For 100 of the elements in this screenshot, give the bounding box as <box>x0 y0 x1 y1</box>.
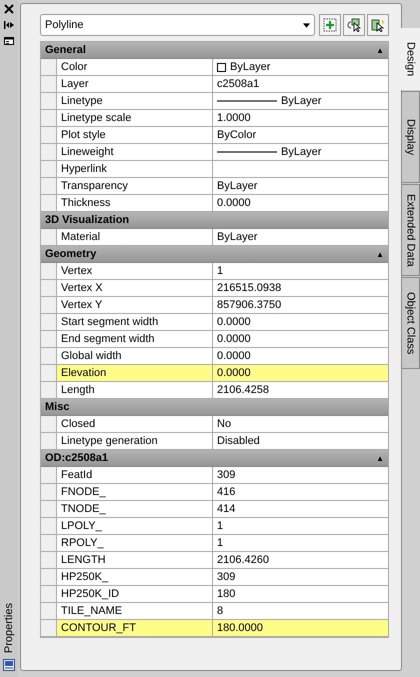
property-row[interactable]: Linetype ByLayer <box>41 93 388 110</box>
property-row[interactable]: Plot style ByColor <box>41 127 388 144</box>
tab[interactable]: Extended Data <box>402 184 420 276</box>
property-name: Lineweight <box>57 144 213 160</box>
property-row[interactable]: Layer c2508a1 <box>41 76 388 93</box>
property-row[interactable]: FeatId 309 <box>41 467 388 484</box>
property-name: Elevation <box>57 365 213 381</box>
property-value: 2106.4260 <box>217 554 269 566</box>
property-row[interactable]: Linetype generation Disabled <box>41 433 388 450</box>
property-value: ByLayer <box>217 180 258 192</box>
property-value: ByLayer <box>281 146 322 158</box>
property-row[interactable]: Length 2106.4258 <box>41 382 388 399</box>
property-name: Material <box>57 229 213 245</box>
property-value: 414 <box>217 503 236 515</box>
property-value: 857906.3750 <box>217 299 282 311</box>
section-title: OD:c2508a1 <box>45 452 109 464</box>
property-row[interactable]: End segment width 0.0000 <box>41 331 388 348</box>
properties-icon[interactable] <box>3 659 15 671</box>
property-value: 0.0000 <box>217 367 251 379</box>
section-title: General <box>45 44 87 56</box>
property-value: 0.0000 <box>217 333 251 345</box>
property-name: CONTOUR_FT <box>57 620 213 636</box>
cursor-icon <box>347 18 361 32</box>
property-row[interactable]: Start segment width 0.0000 <box>41 314 388 331</box>
property-row[interactable]: Global width 0.0000 <box>41 348 388 365</box>
property-name: FeatId <box>57 467 213 483</box>
property-row[interactable]: Linetype scale 1.0000 <box>41 110 388 127</box>
linetype-sample-icon <box>217 99 277 103</box>
property-row[interactable]: HP250K_ID 180 <box>41 586 388 603</box>
property-value: 180 <box>217 588 236 600</box>
property-row[interactable]: Vertex Y 857906.3750 <box>41 297 388 314</box>
quick-select-button[interactable] <box>367 14 389 36</box>
tab[interactable]: Design <box>400 28 420 90</box>
property-name: Layer <box>57 76 213 92</box>
collapse-toggle[interactable]: ▲ <box>376 454 384 462</box>
property-row[interactable]: LENGTH 2106.4260 <box>41 552 388 569</box>
property-row[interactable]: Vertex 1 <box>41 263 388 280</box>
property-row[interactable]: Vertex X 216515.0938 <box>41 280 388 297</box>
property-row[interactable]: LPOLY_ 1 <box>41 518 388 535</box>
property-row[interactable]: RPOLY_ 1 <box>41 535 388 552</box>
select-objects-button[interactable] <box>343 14 365 36</box>
property-row[interactable]: Hyperlink <box>41 161 388 178</box>
section-title: Geometry <box>45 248 98 260</box>
property-value: 8 <box>217 605 224 617</box>
property-name: End segment width <box>57 331 213 347</box>
property-name: RPOLY_ <box>57 535 213 551</box>
property-name: Vertex <box>57 263 213 279</box>
toggle-pickadd-button[interactable] <box>319 14 341 36</box>
property-row[interactable]: HP250K_ 309 <box>41 569 388 586</box>
property-value: ByLayer <box>230 61 270 73</box>
section-title: 3D Visualization <box>45 214 130 226</box>
property-value: ByLayer <box>217 231 258 243</box>
property-name: HP250K_ <box>57 569 213 585</box>
property-name: FNODE_ <box>57 484 213 500</box>
property-row[interactable]: FNODE_ 416 <box>41 484 388 501</box>
property-name: Linetype generation <box>57 433 213 449</box>
collapse-toggle[interactable]: ▲ <box>376 250 384 258</box>
property-row[interactable]: Lineweight ByLayer <box>41 144 388 161</box>
property-row[interactable]: Material ByLayer <box>41 229 388 246</box>
section-header[interactable]: Misc <box>41 399 388 416</box>
property-value: c2508a1 <box>217 78 260 90</box>
property-row[interactable]: Elevation 0.0000 <box>41 365 388 382</box>
property-value: 2106.4258 <box>217 384 269 396</box>
property-name: Closed <box>57 416 213 432</box>
auto-hide-icon[interactable] <box>4 20 14 30</box>
property-row[interactable]: CONTOUR_FT 180.0000 <box>41 620 388 637</box>
property-row[interactable]: TNODE_ 414 <box>41 501 388 518</box>
property-row[interactable]: Transparency ByLayer <box>41 178 388 195</box>
section-header[interactable]: Geometry ▲ <box>41 246 388 263</box>
property-value: 0.0000 <box>217 316 251 328</box>
property-value: 309 <box>217 571 236 583</box>
property-name: TNODE_ <box>57 501 213 517</box>
property-name: Length <box>57 382 213 398</box>
property-name: Plot style <box>57 127 213 143</box>
object-type-dropdown[interactable]: Polyline <box>40 14 315 36</box>
property-name: TILE_NAME <box>57 603 213 619</box>
color-swatch-icon <box>217 62 226 72</box>
menu-icon[interactable] <box>4 36 14 46</box>
section-header[interactable]: General ▲ <box>41 42 388 59</box>
tab[interactable]: Display <box>402 91 420 183</box>
property-row[interactable]: Color ByLayer <box>41 59 388 76</box>
property-name: Thickness <box>57 195 213 211</box>
property-row[interactable]: Closed No <box>41 416 388 433</box>
close-icon[interactable] <box>4 4 14 14</box>
property-name: LPOLY_ <box>57 518 213 534</box>
property-name: HP250K_ID <box>57 586 213 602</box>
tab[interactable]: Object Class <box>402 277 420 369</box>
section-header[interactable]: OD:c2508a1 ▲ <box>41 450 388 467</box>
property-value: 0.0000 <box>217 197 251 209</box>
property-name: Transparency <box>57 178 213 194</box>
property-value: 1.0000 <box>217 112 251 124</box>
property-value: 216515.0938 <box>217 282 282 294</box>
property-name: Hyperlink <box>57 161 213 177</box>
property-row[interactable]: Thickness 0.0000 <box>41 195 388 212</box>
property-name: Start segment width <box>57 314 213 330</box>
property-name: LENGTH <box>57 552 213 568</box>
collapse-toggle[interactable]: ▲ <box>376 46 384 54</box>
property-name: Linetype <box>57 93 213 109</box>
section-header[interactable]: 3D Visualization <box>41 212 388 229</box>
property-row[interactable]: TILE_NAME 8 <box>41 603 388 620</box>
